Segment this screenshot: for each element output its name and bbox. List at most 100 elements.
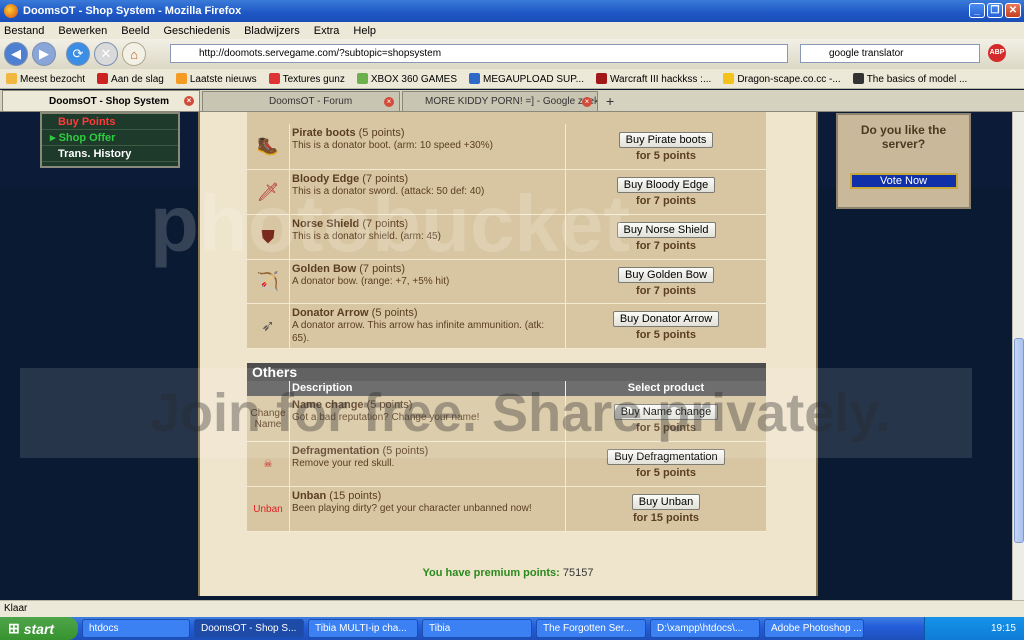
start-button[interactable]: ⊞ start — [0, 617, 78, 640]
item-name: Donator Arrow — [292, 307, 369, 319]
poll-box: Do you like the server? Vote Now — [836, 113, 971, 209]
bookmark-item[interactable]: Dragon-scape.co.cc -... — [723, 72, 841, 85]
reload-icon[interactable]: ⟳ — [66, 42, 90, 66]
premium-label: You have premium points: — [422, 567, 560, 579]
firefox-icon — [4, 4, 18, 18]
item-name: Bloody Edge — [292, 173, 360, 185]
bookmark-item[interactable]: Warcraft III hackkss :... — [595, 72, 711, 85]
shop-items-table: 🥾 Pirate boots (5 points) This is a donat… — [247, 124, 766, 349]
adblock-icon[interactable]: ABP — [988, 44, 1006, 62]
sidebar-item-shop-offer[interactable]: ▸ Shop Offer — [42, 130, 178, 146]
window-title: DoomsOT - Shop System - Mozilla Firefox — [23, 5, 242, 17]
item-price: for 15 points — [632, 512, 699, 524]
close-window-button[interactable]: ✕ — [1005, 3, 1021, 18]
tab-shop-system[interactable]: DoomsOT - Shop System × — [2, 90, 200, 111]
taskbar-item[interactable]: D:\xampp\htdocs\... — [650, 619, 760, 638]
search-input[interactable]: google translator — [800, 44, 980, 63]
vote-now-button[interactable]: Vote Now — [849, 173, 958, 189]
item-description: A donator arrow. This arrow has infinite… — [292, 320, 545, 344]
watermark-banner: Join for free. Share privately. — [20, 368, 972, 458]
taskbar-item[interactable]: Tibia — [422, 619, 532, 638]
taskbar-item[interactable]: DoomsOT - Shop S... — [194, 619, 304, 638]
tab-google[interactable]: MORE KIDDY PORN! =] - Google zoeken × — [402, 91, 598, 111]
table-row: ➶ Donator Arrow (5 points) A donator arro… — [247, 304, 766, 349]
bookmark-item[interactable]: Laatste nieuws — [175, 72, 257, 85]
taskbar-item[interactable]: Tibia MULTI-ip cha... — [308, 619, 418, 638]
taskbar-item[interactable]: Adobe Photoshop ... — [764, 619, 864, 638]
poll-question: Do you like the server? — [860, 123, 947, 151]
item-price: for 5 points — [636, 149, 696, 162]
menu-bestand[interactable]: Bestand — [4, 25, 44, 37]
bookmarks-toolbar: Meest bezocht Aan de slag Laatste nieuws… — [0, 69, 1024, 89]
table-row: 🥾 Pirate boots (5 points) This is a donat… — [247, 124, 766, 170]
item-price: for 7 points — [636, 195, 696, 207]
item-description: Remove your red skull. — [292, 458, 395, 469]
item-price: for 7 points — [636, 284, 696, 297]
buy-donator-arrow-button[interactable]: Buy Donator Arrow — [612, 311, 720, 327]
taskbar: ⊞ start htdocs DoomsOT - Shop S... Tibia … — [0, 617, 1024, 640]
menu-bewerken[interactable]: Bewerken — [58, 25, 107, 37]
sidebar-item-trans-history[interactable]: Trans. History — [42, 146, 178, 162]
item-price: for 7 points — [636, 240, 696, 252]
bookmark-item[interactable]: XBOX 360 GAMES — [356, 72, 457, 85]
sidebar-item-buy-points[interactable]: Buy Points — [42, 114, 178, 130]
tab-forum[interactable]: DoomsOT - Forum × — [202, 91, 400, 111]
sidebar-menu: Buy Points ▸ Shop Offer Trans. History — [40, 112, 180, 168]
menu-geschiedenis[interactable]: Geschiedenis — [163, 25, 230, 37]
close-tab-icon[interactable]: × — [184, 96, 194, 106]
close-tab-icon[interactable]: × — [384, 97, 394, 107]
bow-icon: 🏹 — [256, 271, 280, 291]
menu-help[interactable]: Help — [353, 25, 376, 37]
close-tab-icon[interactable]: × — [582, 97, 592, 107]
vertical-scrollbar[interactable] — [1012, 112, 1024, 600]
maximize-button[interactable]: ❐ — [987, 3, 1003, 18]
premium-value: 75157 — [562, 567, 594, 579]
table-row: ⛊ Norse Shield (7 points) This is a donat… — [247, 215, 766, 260]
buy-norse-shield-button[interactable]: Buy Norse Shield — [616, 222, 716, 238]
item-description: This is a donator boot. (arm: 10 speed +… — [292, 140, 493, 151]
bookmark-item[interactable]: Textures gunz — [268, 72, 345, 85]
forward-icon[interactable]: ▶ — [32, 42, 56, 66]
new-tab-button[interactable]: + — [600, 91, 620, 111]
table-row: Unban Unban (15 points) Been playing dirt… — [247, 487, 766, 532]
clock: 19:15 — [990, 623, 1016, 634]
taskbar-item[interactable]: The Forgotten Ser... — [536, 619, 646, 638]
item-name: Norse Shield — [292, 218, 360, 230]
bookmark-item[interactable]: The basics of model ... — [852, 72, 967, 85]
back-icon[interactable]: ◀ — [4, 42, 28, 66]
premium-points: You have premium points: 75157 — [198, 567, 818, 579]
buy-bloody-edge-button[interactable]: Buy Bloody Edge — [616, 177, 716, 193]
scroll-thumb[interactable] — [1014, 338, 1024, 543]
item-description: This is a donator shield. (arm: 45) — [292, 231, 441, 242]
skull-icon: ☠ — [263, 458, 273, 470]
system-tray: 19:15 — [924, 617, 1024, 640]
menu-extra[interactable]: Extra — [314, 25, 340, 37]
buy-unban-button[interactable]: Buy Unban — [631, 494, 701, 510]
menu-beeld[interactable]: Beeld — [121, 25, 149, 37]
item-name: Unban — [292, 490, 327, 502]
home-icon[interactable]: ⌂ — [122, 42, 146, 66]
stop-icon[interactable]: ✕ — [94, 42, 118, 66]
item-name: Pirate boots — [292, 127, 356, 139]
item-price: for 5 points — [636, 329, 696, 341]
menu-bladwijzers[interactable]: Bladwijzers — [244, 25, 300, 37]
bookmark-item[interactable]: MEGAUPLOAD SUP... — [469, 72, 584, 85]
table-row: 🏹 Golden Bow (7 points) A donator bow. (r… — [247, 260, 766, 304]
item-description: A donator bow. (range: +7, +5% hit) — [292, 276, 450, 287]
sword-icon: 🗡 — [256, 181, 280, 202]
address-bar[interactable]: http://doomots.servegame.com/?subtopic=s… — [170, 44, 788, 63]
taskbar-item[interactable]: htdocs — [82, 619, 190, 638]
tab-strip: DoomsOT - Shop System × DoomsOT - Forum × … — [0, 90, 1024, 112]
buy-golden-bow-button[interactable]: Buy Golden Bow — [618, 266, 714, 283]
item-description: Been playing dirty? get your character u… — [292, 503, 532, 514]
item-description: This is a donator sword. (attack: 50 def… — [292, 186, 485, 197]
item-name: Golden Bow — [292, 263, 357, 275]
menu-bar: Bestand Bewerken Beeld Geschiedenis Blad… — [0, 22, 1024, 39]
bookmark-item[interactable]: Meest bezocht — [6, 72, 85, 85]
shield-icon: ⛊ — [261, 226, 275, 247]
minimize-button[interactable]: _ — [969, 3, 985, 18]
arrow-icon: ➶ — [261, 318, 275, 335]
table-row: 🗡 Bloody Edge (7 points) This is a donato… — [247, 170, 766, 215]
buy-pirate-boots-button[interactable]: Buy Pirate boots — [618, 131, 714, 148]
bookmark-item[interactable]: Aan de slag — [97, 72, 164, 85]
